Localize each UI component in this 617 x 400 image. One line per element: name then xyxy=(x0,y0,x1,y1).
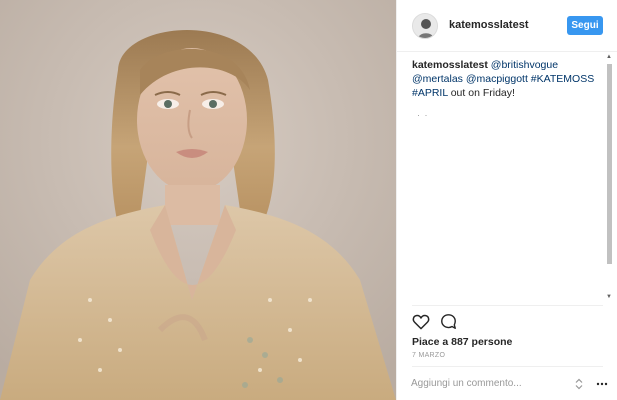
divider xyxy=(412,305,603,306)
caption: katemosslatest @britishvogue @mertalas @… xyxy=(412,58,598,100)
hashtag-katemoss[interactable]: #KATEMOSS xyxy=(531,73,594,85)
portrait-image xyxy=(0,0,396,400)
scroll-down-arrow-icon[interactable]: ▼ xyxy=(606,294,612,300)
mention-macpiggott[interactable]: @macpiggott xyxy=(466,73,528,85)
caption-more-dots: · · xyxy=(417,110,429,120)
heart-icon[interactable] xyxy=(412,313,430,330)
comments-scrollbar[interactable]: ▲ ▼ xyxy=(604,54,614,304)
caption-username[interactable]: katemosslatest xyxy=(412,59,488,71)
follow-button[interactable]: Segui xyxy=(567,16,603,35)
post-date[interactable]: 7 MARZO xyxy=(412,352,445,359)
divider xyxy=(412,366,603,367)
scroll-thumb[interactable] xyxy=(607,64,612,264)
scroll-up-arrow-icon[interactable]: ▲ xyxy=(606,54,612,60)
avatar[interactable] xyxy=(412,13,438,39)
comment-bubble-icon[interactable] xyxy=(440,313,457,330)
expand-icon[interactable] xyxy=(573,377,585,390)
username-link[interactable]: katemosslatest xyxy=(449,19,529,31)
post-header: katemosslatest Segui xyxy=(397,0,617,52)
mention-mertalas[interactable]: @mertalas xyxy=(412,73,463,85)
avatar-image xyxy=(413,14,437,38)
post-details-panel: katemosslatest Segui katemosslatest @bri… xyxy=(396,0,617,400)
likes-count[interactable]: Piace a 887 persone xyxy=(412,336,512,348)
more-options-icon[interactable] xyxy=(596,377,608,389)
post-photo[interactable] xyxy=(0,0,396,400)
hashtag-april[interactable]: #APRIL xyxy=(412,87,448,99)
caption-text: out on Friday! xyxy=(450,87,515,99)
mention-britishvogue[interactable]: @britishvogue xyxy=(491,59,558,71)
comment-input[interactable] xyxy=(411,374,561,392)
